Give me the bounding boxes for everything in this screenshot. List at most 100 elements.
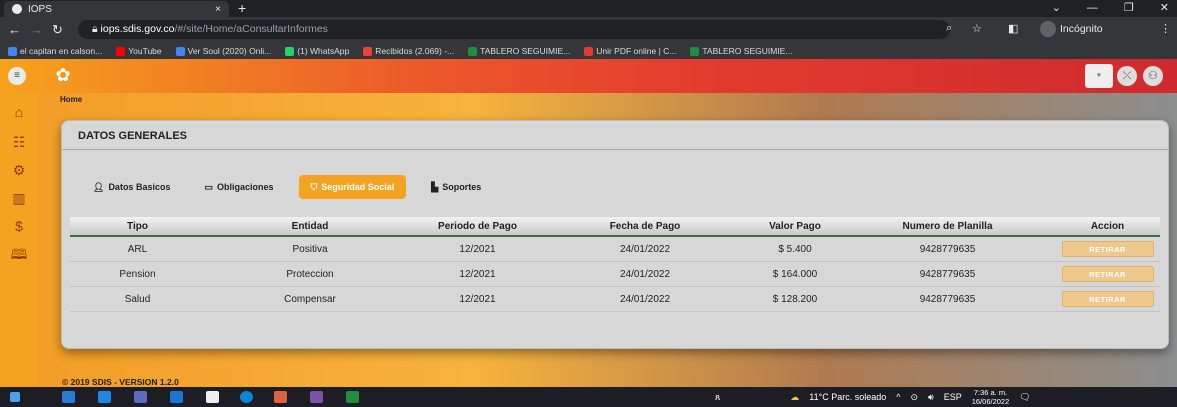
back-icon[interactable]: ← [8,22,21,37]
book-icon[interactable]: 🕮︎ [8,245,30,263]
bar-chart-icon[interactable]: ▥ [8,189,30,207]
footer-version: © 2019 SDIS - VERSION 1.2.0 [62,377,179,387]
bookmark-star-icon[interactable]: ☆ [972,22,982,35]
cell-entidad: Compensar [284,293,336,305]
cell-periodo: 12/2021 [459,293,496,305]
clock[interactable]: 7:36 a. m. 16/06/2022 [972,388,1010,406]
bookmark-item[interactable]: TABLERO SEGUIMIE... [690,46,792,56]
bookmark-item[interactable]: YouTube [116,46,162,56]
taskbar-mail-icon[interactable] [98,391,111,403]
retirar-button[interactable]: RETIRAR [1061,291,1154,307]
forward-icon[interactable]: → [30,22,43,37]
reload-icon[interactable]: ↻ [52,22,63,38]
taskbar-teams-icon[interactable] [134,391,147,403]
minimize-icon[interactable]: — [1087,0,1098,17]
tray-chevron-icon[interactable]: ^ [896,392,900,402]
volume-icon[interactable]: 🔊︎ [928,392,934,403]
restore-icon[interactable]: ❐ [1124,0,1134,17]
retirar-button[interactable]: RETIRAR [1061,241,1154,257]
tab-label: Soportes [442,182,482,192]
bookmark-label: (1) WhatsApp [297,46,350,56]
card-title: DATOS GENERALES [78,130,187,142]
bookmarks-bar: el capitan en calson... YouTube Ver Soul (… [0,43,1177,59]
taskbar-browser-icon[interactable] [240,391,253,403]
bookmark-favicon-icon [690,46,700,56]
network-icon[interactable]: ⊙ [911,392,919,403]
table-header: Tipo Entidad Periodo de Pago Fecha de Pago V… [70,217,1160,237]
column-header[interactable]: Entidad [205,221,415,232]
url-input[interactable]: 🔒︎ iops.sdis.gov.co/#/site/Home/aConsult… [78,20,950,39]
tab-label: Seguridad Social [321,182,395,192]
user-icon[interactable]: ⚇ [1143,66,1163,86]
taskbar-app-icon[interactable] [62,391,75,403]
bookmark-favicon-icon [175,46,185,56]
bookmark-label: Unir PDF online | C... [596,46,677,56]
notifications-icon[interactable]: 🗨︎ [1019,392,1030,403]
cell-valor: $ 164.000 [772,268,818,280]
retirar-button[interactable]: RETIRAR [1061,266,1154,282]
bookmark-item[interactable]: TABLERO SEGUIMIE... [468,46,570,56]
column-header[interactable]: Numero de Planilla [840,221,1055,232]
main-content: Home DATOS GENERALES 👤︎ Datos Basicos ▭ Obl… [37,93,1177,387]
bookmark-label: TABLERO SEGUIMIE... [702,46,793,56]
cell-fecha: 24/01/2022 [619,268,671,280]
zoom-icon[interactable]: ⌕ [946,22,952,35]
incognito-indicator[interactable]: Incógnito [1040,21,1103,37]
taskbar-app2-icon[interactable] [310,391,323,403]
people-icon[interactable]: ጸ [715,392,720,403]
new-tab-button[interactable]: + [238,1,246,16]
list-icon[interactable]: ☷ [8,133,30,151]
weather-text[interactable]: 11°C Parc. soleado [809,392,886,402]
windows-start-icon[interactable] [10,392,20,402]
tab-seguridad-social[interactable]: ⛉ Seguridad Social [298,175,407,199]
tab-label: Datos Basicos [108,182,171,192]
close-tab-icon[interactable]: × [215,4,221,15]
share-icon[interactable]: ⤫ [1117,66,1137,86]
browser-tab[interactable]: IOPS × [4,1,229,17]
taskbar-edge-icon[interactable] [170,391,183,403]
bookmark-item[interactable]: (1) WhatsApp [285,46,349,56]
column-header[interactable]: Periodo de Pago [415,221,540,232]
table-body: ARL Positiva 12/2021 24/01/2022 $ 5.400 94287… [70,237,1160,312]
table-row: Salud Compensar 12/2021 24/01/2022 $ 128.200… [70,287,1160,312]
window-controls: ⌄ — ❐ ✕ [1052,0,1169,17]
bookmark-item[interactable]: Ver Soul (2020) Onli... [175,46,271,56]
bookmark-item[interactable]: Recibidos (2.069) -... [363,46,454,56]
language-indicator[interactable]: ESP [944,392,962,402]
tab-soportes[interactable]: ▙ Soportes [422,175,490,199]
column-header[interactable]: Tipo [70,221,205,232]
dollar-icon[interactable]: $ [8,217,30,235]
bookmark-favicon-icon [468,46,478,56]
bookmark-label: YouTube [128,46,162,56]
cell-accion: RETIRAR [1055,266,1160,282]
bookmark-favicon-icon [8,46,17,56]
datos-generales-card: DATOS GENERALES 👤︎ Datos Basicos ▭ Obligaci… [61,120,1169,349]
column-header[interactable]: Fecha de Pago [540,221,750,232]
close-window-icon[interactable]: ✕ [1160,0,1169,17]
tab-obligaciones[interactable]: ▭ Obligaciones [195,175,282,199]
home-icon[interactable]: ⌂ [8,103,30,121]
cell-planilla: 9428779635 [919,243,976,255]
bookmark-label: Recibidos (2.069) -... [375,46,455,56]
tab-title: IOPS [28,3,52,15]
taskbar-excel-icon[interactable] [346,391,359,403]
column-header[interactable]: Valor Pago [750,221,840,232]
hamburger-menu-icon[interactable]: ≡ [8,67,26,85]
cell-planilla: 9428779635 [919,293,976,305]
bookmark-item[interactable]: el capitan en calson... [8,46,102,56]
taskbar-chrome-icon[interactable] [274,391,287,403]
bookmark-item[interactable]: Unir PDF online | C... [584,46,676,56]
sidepanel-icon[interactable]: ◧ [1008,22,1018,35]
cell-tipo: ARL [127,243,148,255]
tab-list: 👤︎ Datos Basicos ▭ Obligaciones ⛉ Seguridad S… [84,175,506,199]
tab-datos-basicos[interactable]: 👤︎ Datos Basicos [84,175,179,199]
taskbar-file-icon[interactable] [206,391,219,403]
settings-icon[interactable]: ⚙ [8,161,30,179]
chevron-down-icon[interactable]: ⌄ [1052,0,1061,17]
breadcrumb[interactable]: Home [60,95,82,104]
column-header[interactable]: Accion [1055,221,1160,232]
bookmark-favicon-icon [363,46,373,56]
cell-entidad: Positiva [292,243,328,255]
kebab-menu-icon[interactable]: ⋮ [1160,22,1171,35]
table-row: ARL Positiva 12/2021 24/01/2022 $ 5.400 94287… [70,237,1160,262]
